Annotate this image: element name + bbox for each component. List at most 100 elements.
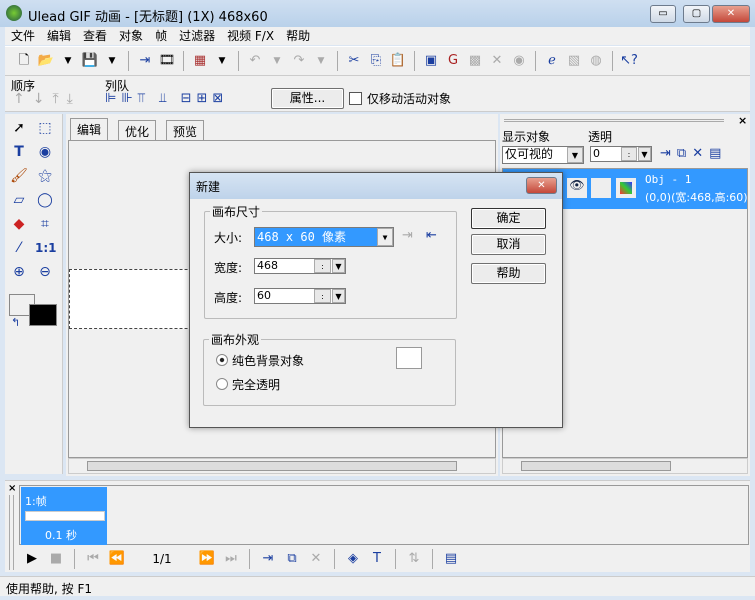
tween-icon[interactable]: ◈ <box>344 550 362 568</box>
move-up-icon[interactable]: ↑ <box>13 91 33 107</box>
copy-icon[interactable]: ⎘ <box>367 52 385 70</box>
crop-icon[interactable]: ▣ <box>422 52 440 70</box>
panel-grip[interactable] <box>9 495 14 570</box>
new-file-icon[interactable]: 🗋 <box>15 52 33 70</box>
width-spinner[interactable]: : <box>314 259 331 273</box>
move-top-icon[interactable]: ⤒ <box>52 91 66 107</box>
add-frame-icon[interactable]: ⇥ <box>259 550 277 568</box>
crop-tool-icon[interactable]: ⌗ <box>35 214 55 234</box>
add-size-icon[interactable]: ⇥ <box>402 228 413 243</box>
duplicate-object-icon[interactable]: ⧉ <box>677 146 692 161</box>
frame-panel-close-icon[interactable]: × <box>8 483 16 494</box>
eyedropper-icon[interactable]: ⁄ <box>9 238 29 258</box>
height-input[interactable]: 60: ▼ <box>254 288 346 304</box>
reverse-frames-icon[interactable]: ⇅ <box>405 550 423 568</box>
zoom-out-icon[interactable]: ⊖ <box>35 262 55 282</box>
optimize-icon[interactable]: ◉ <box>510 52 528 70</box>
play-icon[interactable]: ▶ <box>23 550 41 568</box>
stop-icon[interactable]: ■ <box>47 550 65 568</box>
import-video-icon[interactable]: 🎞 <box>158 52 176 70</box>
bg-color-swatch[interactable] <box>396 347 422 369</box>
first-frame-icon[interactable]: ⏮ <box>84 550 102 568</box>
fill-tool-icon[interactable]: ◆ <box>9 214 29 234</box>
resize-icon[interactable]: ✕ <box>488 52 506 70</box>
object-list-scrollbar[interactable] <box>502 458 748 474</box>
chevron-down-icon[interactable]: ▼ <box>213 52 231 70</box>
delete-object-icon[interactable]: ✕ <box>692 146 709 161</box>
move-active-checkbox[interactable] <box>349 92 362 105</box>
dialog-close-button[interactable]: ✕ <box>526 177 557 194</box>
center-h-icon[interactable]: ⊟ <box>181 91 197 106</box>
minimize-button[interactable]: ▭ <box>650 5 676 23</box>
banner-icon[interactable]: ◍ <box>587 52 605 70</box>
transparent-radio[interactable] <box>216 378 228 390</box>
menu-edit[interactable]: 编辑 <box>41 27 77 44</box>
last-frame-icon[interactable]: ⏭ <box>222 550 240 568</box>
opacity-input[interactable]: 0: ▼ <box>590 146 652 162</box>
menu-filter[interactable]: 过滤器 <box>173 27 221 44</box>
opacity-spinner[interactable]: : <box>621 147 637 161</box>
maximize-button[interactable]: ▢ <box>683 5 710 23</box>
chevron-down-icon[interactable]: ▼ <box>103 52 121 70</box>
marquee-tool-icon[interactable]: ⬚ <box>35 118 55 138</box>
browser-preview-icon[interactable]: ℯ <box>543 52 561 70</box>
lock-toggle[interactable] <box>591 178 611 198</box>
open-folder-icon[interactable]: 📂 <box>37 52 55 70</box>
scroll-thumb[interactable] <box>87 461 457 471</box>
zoom-in-icon[interactable]: ⊕ <box>9 262 29 282</box>
visibility-eye-icon[interactable]: 👁 <box>567 178 587 198</box>
move-down-icon[interactable]: ↓ <box>33 91 53 107</box>
image-editor-icon[interactable]: ▦ <box>191 52 209 70</box>
chevron-down-icon[interactable]: ▼ <box>268 52 286 70</box>
order-arrows[interactable]: ↑↓⤒⤓ <box>13 91 81 107</box>
remove-size-icon[interactable]: ⇤ <box>426 228 437 243</box>
tab-optimize[interactable]: 优化 <box>118 120 157 140</box>
frame-properties-icon[interactable]: ▤ <box>442 550 460 568</box>
brush-tool-icon[interactable]: 🖌 <box>9 166 29 186</box>
lasso-tool-icon[interactable]: ◯ <box>35 190 55 210</box>
eraser-tool-icon[interactable]: ▱ <box>9 190 29 210</box>
width-input[interactable]: 468: ▼ <box>254 258 346 274</box>
cut-icon[interactable]: ✂ <box>345 52 363 70</box>
chevron-down-icon[interactable]: ▼ <box>59 52 77 70</box>
panel-close-icon[interactable]: × <box>738 114 747 127</box>
ok-button[interactable]: 确定 <box>471 208 546 229</box>
frame-thumbnail[interactable]: 1:帧 0.1 秒 <box>21 487 107 545</box>
actual-size-icon[interactable]: 1:1 <box>35 238 57 258</box>
duplicate-frame-icon[interactable]: ⧉ <box>283 550 301 568</box>
center-v-icon[interactable]: ⊞ <box>197 91 213 106</box>
grid-icon[interactable]: ▧ <box>565 52 583 70</box>
align-top-icon[interactable]: ⫪ <box>138 91 150 106</box>
frame-delay[interactable]: 0.1 秒 <box>45 527 77 543</box>
redo-icon[interactable]: ↷ <box>290 52 308 70</box>
center-icon[interactable]: ⊠ <box>212 91 228 106</box>
tab-edit[interactable]: 编辑 <box>70 118 109 140</box>
gif-icon[interactable]: G <box>444 52 462 70</box>
menu-help[interactable]: 帮助 <box>280 27 316 44</box>
next-frame-icon[interactable]: ⏩ <box>198 550 216 568</box>
align-right-icon[interactable]: ⊪ <box>121 91 137 106</box>
close-button[interactable]: ✕ <box>712 5 750 23</box>
delete-frame-icon[interactable]: ✕ <box>307 550 325 568</box>
horizontal-scrollbar[interactable] <box>68 458 496 474</box>
panel-grip[interactable] <box>504 119 724 122</box>
chevron-down-icon[interactable]: ▼ <box>312 52 330 70</box>
help-button[interactable]: 帮助 <box>471 263 546 284</box>
menu-view[interactable]: 查看 <box>77 27 113 44</box>
cancel-button[interactable]: 取消 <box>471 234 546 255</box>
chevron-down-icon[interactable]: ▼ <box>332 259 345 273</box>
swap-colors-icon[interactable]: ↰ <box>11 316 20 329</box>
align-left-icon[interactable]: ⊫ <box>105 91 121 106</box>
tab-preview[interactable]: 预览 <box>166 120 205 140</box>
chevron-down-icon[interactable]: ▼ <box>638 147 651 161</box>
text-banner-icon[interactable]: T <box>368 550 386 568</box>
context-help-icon[interactable]: ↖? <box>620 52 638 70</box>
play-tool-icon[interactable]: ◉ <box>35 142 55 162</box>
new-object-icon[interactable]: ⇥ <box>660 146 677 161</box>
wizard-icon[interactable]: ▩ <box>466 52 484 70</box>
properties-button[interactable]: 属性... <box>271 88 344 109</box>
undo-icon[interactable]: ↶ <box>246 52 264 70</box>
text-tool-icon[interactable]: T <box>9 142 29 162</box>
save-icon[interactable]: 💾 <box>81 52 99 70</box>
align-bottom-icon[interactable]: ⫫ <box>159 91 171 106</box>
